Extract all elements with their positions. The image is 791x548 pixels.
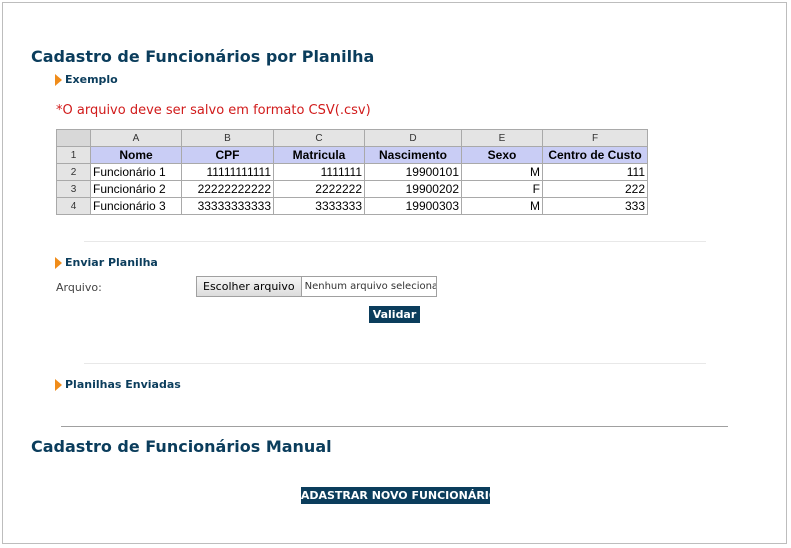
table-row: 4 Funcionário 3 33333333333 3333333 1990… xyxy=(56,197,648,215)
choose-file-button[interactable]: Escolher arquivo xyxy=(197,277,302,296)
cell-cpf: 11111111111 xyxy=(181,163,274,181)
cell-nascimento: 19900202 xyxy=(364,180,462,198)
csv-note: *O arquivo deve ser salvo em formato CSV… xyxy=(56,103,371,118)
upload-toggle[interactable]: Enviar Planilha xyxy=(55,256,158,269)
divider xyxy=(84,241,706,242)
section-divider xyxy=(61,426,728,427)
example-label: Exemplo xyxy=(65,73,118,86)
cell-sexo: M xyxy=(461,163,543,181)
add-employee-button[interactable]: CADASTRAR NOVO FUNCIONÁRIO xyxy=(293,487,498,504)
row-number: 1 xyxy=(56,146,91,164)
page-title-planilha: Cadastro de Funcionários por Planilha xyxy=(31,47,375,66)
row-number: 3 xyxy=(56,180,91,198)
cell-cpf: 22222222222 xyxy=(181,180,274,198)
validate-button[interactable]: Validar xyxy=(369,306,420,323)
page-frame xyxy=(2,2,787,544)
table-row: 2 Funcionário 1 11111111111 1111111 1990… xyxy=(56,163,648,181)
column-letter-row: A B C D E F xyxy=(56,129,648,147)
header-cell: Matricula xyxy=(273,146,365,164)
triangle-right-icon xyxy=(55,73,62,86)
header-cell: Sexo xyxy=(461,146,543,164)
table-row: 3 Funcionário 2 22222222222 2222222 1990… xyxy=(56,180,648,198)
cell-centro-custo: 222 xyxy=(542,180,648,198)
header-cell: CPF xyxy=(181,146,274,164)
cell-centro-custo: 333 xyxy=(542,197,648,215)
header-cell: Centro de Custo xyxy=(542,146,648,164)
col-letter: E xyxy=(461,129,543,147)
cell-centro-custo: 111 xyxy=(542,163,648,181)
cell-cpf: 33333333333 xyxy=(181,197,274,215)
sent-sheets-toggle[interactable]: Planilhas Enviadas xyxy=(55,378,181,391)
cell-sexo: F xyxy=(461,180,543,198)
sent-sheets-label: Planilhas Enviadas xyxy=(65,378,181,391)
cell-nascimento: 19900303 xyxy=(364,197,462,215)
cell-matricula: 3333333 xyxy=(273,197,365,215)
header-cell: Nome xyxy=(90,146,182,164)
sheet-header-row: 1 Nome CPF Matricula Nascimento Sexo Cen… xyxy=(56,146,648,164)
file-input[interactable]: Escolher arquivo Nenhum arquivo selecion… xyxy=(196,276,437,297)
col-letter: D xyxy=(364,129,462,147)
divider xyxy=(84,363,706,364)
triangle-right-icon xyxy=(55,256,62,269)
col-letter: C xyxy=(273,129,365,147)
row-number: 4 xyxy=(56,197,91,215)
file-label: Arquivo: xyxy=(56,281,102,294)
example-spreadsheet: A B C D E F 1 Nome CPF Matricula Nascime… xyxy=(56,129,648,215)
col-letter: B xyxy=(181,129,274,147)
triangle-right-icon xyxy=(55,378,62,391)
cell-nome: Funcionário 3 xyxy=(90,197,182,215)
page-title-manual: Cadastro de Funcionários Manual xyxy=(31,437,332,456)
cell-matricula: 1111111 xyxy=(273,163,365,181)
cell-nome: Funcionário 1 xyxy=(90,163,182,181)
col-letter: A xyxy=(90,129,182,147)
cell-nascimento: 19900101 xyxy=(364,163,462,181)
row-number: 2 xyxy=(56,163,91,181)
file-status-text: Nenhum arquivo selecionado xyxy=(304,281,436,292)
header-cell: Nascimento xyxy=(364,146,462,164)
cell-sexo: M xyxy=(461,197,543,215)
upload-label: Enviar Planilha xyxy=(65,256,158,269)
col-letter: F xyxy=(542,129,648,147)
sheet-corner xyxy=(56,129,91,147)
cell-matricula: 2222222 xyxy=(273,180,365,198)
example-toggle[interactable]: Exemplo xyxy=(55,73,118,86)
cell-nome: Funcionário 2 xyxy=(90,180,182,198)
